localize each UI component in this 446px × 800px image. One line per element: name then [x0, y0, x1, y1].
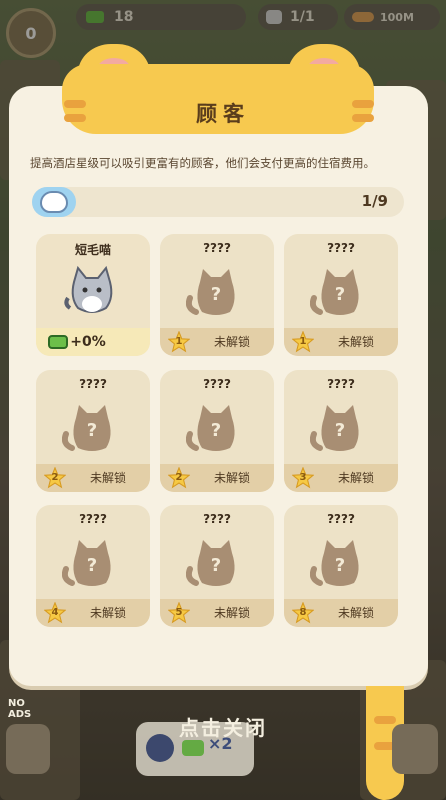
customer-name: ????	[203, 512, 231, 526]
modal-title: 顾客	[196, 102, 250, 126]
locked-cat-silhouette-icon: ?	[186, 405, 235, 451]
locked-cat-silhouette-icon: ?	[310, 269, 359, 315]
customer-card-locked[interactable]: ????? 2 未解锁	[160, 370, 274, 492]
locked-cat-silhouette-icon: ?	[186, 540, 235, 586]
collection-progress: 1/9	[32, 187, 404, 217]
customer-name: ????	[327, 377, 355, 391]
locked-status: 未解锁	[337, 471, 374, 485]
customer-name: ????	[203, 377, 231, 391]
svg-text:?: ?	[87, 555, 97, 576]
locked-status: 未解锁	[337, 335, 374, 349]
customer-card-locked[interactable]: ????? 4 未解锁	[36, 505, 150, 627]
customer-name: ????	[203, 241, 231, 255]
locked-cat-silhouette-icon: ?	[186, 269, 235, 315]
svg-text:?: ?	[87, 420, 97, 441]
customer-name: 短毛喵	[74, 243, 111, 257]
customer-card-locked[interactable]: ????? 3 未解锁	[284, 370, 398, 492]
locked-status: 未解锁	[89, 471, 126, 485]
locked-cat-silhouette-icon: ?	[62, 405, 111, 451]
required-star-level: 2	[175, 472, 183, 483]
money-icon	[182, 740, 204, 756]
required-star-level: 2	[51, 472, 59, 483]
customer-name: ????	[327, 241, 355, 255]
customer-card-locked[interactable]: ????? 8 未解锁	[284, 505, 398, 627]
locked-status: 未解锁	[213, 335, 250, 349]
locked-cat-silhouette-icon: ?	[62, 540, 111, 586]
locked-status: 未解锁	[213, 606, 250, 620]
svg-text:?: ?	[335, 555, 345, 576]
locked-status: 未解锁	[213, 471, 250, 485]
required-star-level: 4	[51, 607, 59, 618]
income-bonus: +0%	[70, 334, 106, 350]
locked-cat-silhouette-icon: ?	[310, 540, 359, 586]
svg-text:?: ?	[211, 420, 221, 441]
required-star-level: 1	[175, 336, 183, 347]
customer-card-locked[interactable]: ????? 5 未解锁	[160, 505, 274, 627]
svg-text:?: ?	[211, 555, 221, 576]
svg-text:?: ?	[211, 284, 221, 305]
customer-name: ????	[79, 512, 107, 526]
customer-card-locked[interactable]: ????? 1 未解锁	[284, 234, 398, 356]
customer-card-unlocked[interactable]: 短毛喵 +0%	[36, 234, 150, 356]
progress-text: 1/9	[361, 192, 388, 210]
customer-card-locked[interactable]: ????? 1 未解锁	[160, 234, 274, 356]
required-star-level: 8	[299, 607, 307, 618]
locked-status: 未解锁	[89, 606, 126, 620]
customer-name: ????	[79, 377, 107, 391]
shorthair-cat-icon	[64, 265, 113, 313]
locked-status: 未解锁	[337, 606, 374, 620]
customer-name: ????	[327, 512, 355, 526]
cat-face-icon	[40, 191, 68, 213]
required-star-level: 5	[175, 607, 183, 618]
tap-to-close[interactable]: 点击关闭	[0, 712, 446, 741]
svg-text:?: ?	[335, 284, 345, 305]
svg-text:?: ?	[335, 420, 345, 441]
required-star-level: 3	[299, 472, 307, 483]
locked-cat-silhouette-icon: ?	[310, 405, 359, 451]
required-star-level: 1	[299, 336, 307, 347]
customer-card-locked[interactable]: ????? 2 未解锁	[36, 370, 150, 492]
modal-description: 提高酒店星级可以吸引更富有的顾客，他们会支付更高的住宿费用。	[30, 156, 375, 170]
